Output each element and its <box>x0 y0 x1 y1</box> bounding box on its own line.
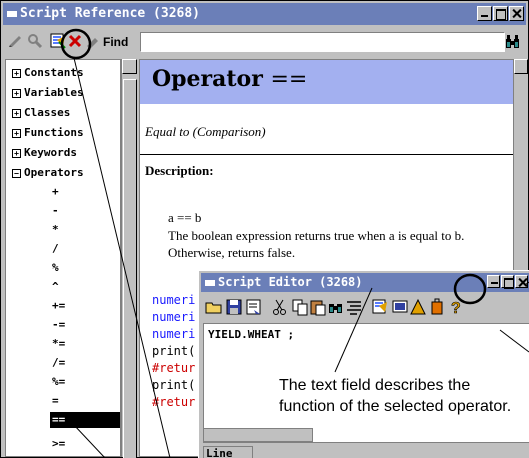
doc-header: Operator == <box>140 60 513 104</box>
system-menu-icon[interactable] <box>7 10 17 17</box>
minimize-button[interactable] <box>487 275 500 288</box>
page-title: Operator == <box>152 66 308 92</box>
tree-item-functions[interactable]: + Functions <box>12 126 84 139</box>
tree-scrollbar[interactable] <box>121 59 137 458</box>
script-icon[interactable] <box>7 33 23 49</box>
run-icon[interactable] <box>391 298 409 316</box>
editor-window-title: Script Editor (3268) <box>218 275 363 289</box>
editor-titlebar[interactable]: Script Editor (3268) <box>201 273 529 292</box>
operator-item[interactable]: ^ <box>50 279 120 295</box>
tree-item-variables[interactable]: + Variables <box>12 86 84 99</box>
maximize-button[interactable] <box>501 275 514 289</box>
close-button[interactable] <box>509 6 524 21</box>
open-icon[interactable] <box>205 298 223 316</box>
operator-item[interactable]: % <box>50 260 120 276</box>
code-line: #retur <box>152 395 196 409</box>
expand-icon[interactable]: + <box>12 129 21 138</box>
insert-icon[interactable] <box>49 32 67 50</box>
code-line: numeri <box>152 327 196 341</box>
maximize-button[interactable] <box>493 6 508 21</box>
compile-icon[interactable] <box>409 298 427 316</box>
copy-icon[interactable] <box>291 298 309 316</box>
collapse-icon[interactable]: − <box>12 169 21 178</box>
operator-item[interactable]: + <box>50 184 120 200</box>
find-icon[interactable] <box>327 298 345 316</box>
search-icon[interactable] <box>27 33 43 49</box>
find-go-icon[interactable] <box>504 33 522 51</box>
expand-icon[interactable]: + <box>12 69 21 78</box>
close-button[interactable] <box>515 275 528 288</box>
operator-item[interactable]: - <box>50 203 120 219</box>
reference-tree[interactable]: + Constants + Variables + Classes + Function… <box>5 59 121 457</box>
script-code: YIELD.WHEAT ; <box>208 328 295 341</box>
editor-hscrollbar[interactable] <box>203 428 313 442</box>
main-window-title: Script Reference (3268) <box>20 6 201 21</box>
tree-item-classes[interactable]: + Classes <box>12 106 70 119</box>
svg-text:?: ? <box>451 300 461 316</box>
scroll-up-arrow[interactable] <box>122 59 137 74</box>
operator-item[interactable]: * <box>50 222 120 238</box>
code-line: numeri <box>152 310 196 324</box>
operator-item[interactable]: *= <box>50 336 120 352</box>
tree-item-constants[interactable]: + Constants <box>12 66 84 79</box>
expand-icon[interactable]: + <box>12 149 21 158</box>
scroll-thumb[interactable] <box>123 79 137 458</box>
reference-toolbar: Find <box>3 27 526 55</box>
divider <box>140 154 513 155</box>
expand-icon[interactable]: + <box>12 89 21 98</box>
main-titlebar[interactable]: Script Reference (3268) <box>3 3 526 25</box>
operator-item[interactable]: -= <box>50 317 120 333</box>
syntax-example: a == b <box>168 210 202 225</box>
save-icon[interactable] <box>225 298 243 316</box>
clear-icon[interactable] <box>67 33 83 49</box>
editor-toolbar: ? <box>201 294 529 320</box>
code-line: print( <box>152 378 196 392</box>
code-line: print( <box>152 344 196 358</box>
operator-item-selected[interactable]: == <box>50 412 120 428</box>
page-subtitle: Equal to (Comparison) <box>145 124 266 139</box>
scroll-up-arrow[interactable] <box>514 59 528 74</box>
code-line: #retur <box>152 361 196 375</box>
operator-item[interactable]: /= <box>50 355 120 371</box>
code-line: numeri <box>152 293 196 307</box>
expand-icon[interactable]: + <box>12 109 21 118</box>
paste-icon[interactable] <box>309 298 327 316</box>
description-text: The boolean expression returns true when… <box>168 228 465 260</box>
minimize-button[interactable] <box>477 6 492 21</box>
system-menu-icon[interactable] <box>205 279 215 286</box>
description-heading: Description: <box>145 163 214 178</box>
operator-item[interactable]: >= <box>50 436 120 452</box>
script-editor-window: Script Editor (3268) ? YIELD.WHEAT ; Lin… <box>198 270 529 458</box>
format-icon[interactable] <box>345 298 363 316</box>
insert-icon[interactable] <box>371 298 389 316</box>
cut-icon[interactable] <box>271 298 289 316</box>
script-ref-icon[interactable] <box>429 298 447 316</box>
save-as-icon[interactable] <box>245 298 263 316</box>
operator-item[interactable]: += <box>50 298 120 314</box>
help-icon[interactable]: ? <box>447 298 465 316</box>
operator-item[interactable]: %= <box>50 374 120 390</box>
find-input[interactable] <box>140 32 505 52</box>
callout-text: The text field describes the function of… <box>279 377 512 415</box>
next-icon[interactable] <box>85 33 101 49</box>
tree-item-keywords[interactable]: + Keywords <box>12 146 77 159</box>
operator-item[interactable]: = <box>50 393 120 409</box>
find-label: Find <box>103 35 129 49</box>
line-status: Line <box>203 446 253 458</box>
tree-item-operators[interactable]: − Operators <box>12 166 84 179</box>
operator-item[interactable]: / <box>50 241 120 257</box>
